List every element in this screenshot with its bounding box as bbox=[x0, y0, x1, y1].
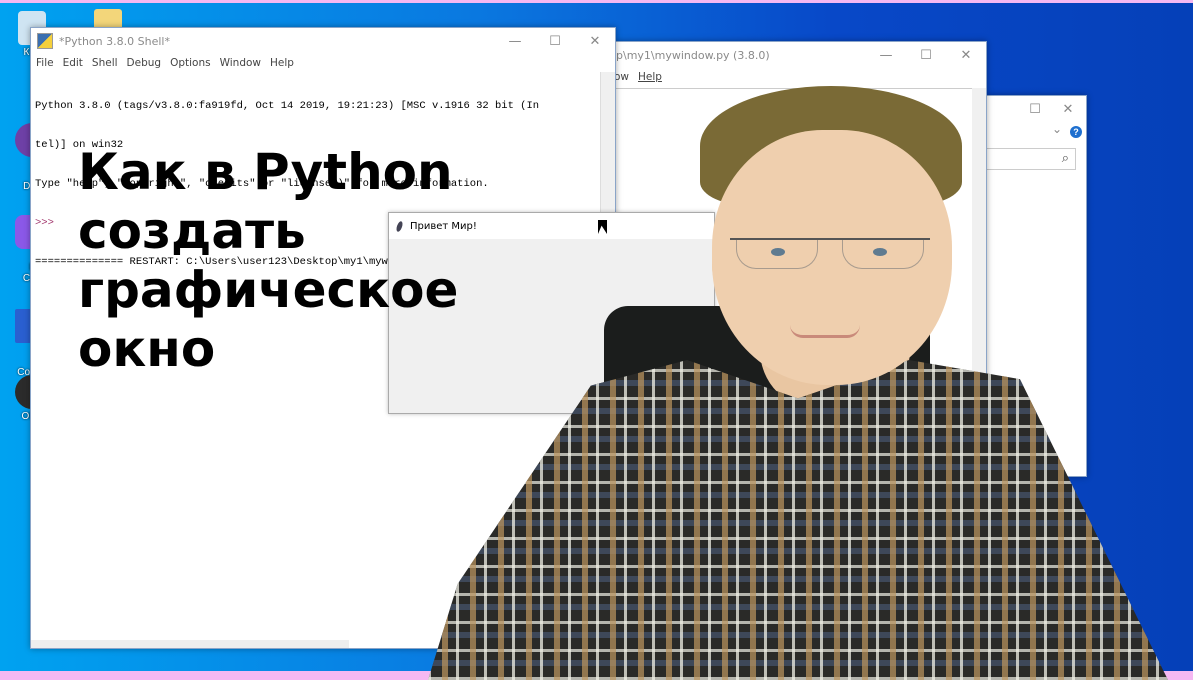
menu-help[interactable]: Help bbox=[270, 57, 294, 69]
shell-menubar: File Edit Shell Debug Options Window Hel… bbox=[31, 54, 615, 72]
glasses-lens bbox=[736, 240, 818, 269]
close-button[interactable]: ✕ bbox=[575, 34, 615, 49]
shell-titlebar[interactable]: *Python 3.8.0 Shell* — ☐ ✕ bbox=[31, 28, 615, 54]
mouse-cursor-icon bbox=[598, 220, 607, 234]
menu-edit[interactable]: Edit bbox=[63, 57, 83, 69]
video-headline: Как в Python создать графическое окно bbox=[78, 143, 458, 379]
headline-line: Как в Python bbox=[78, 143, 453, 201]
minimize-button[interactable]: — bbox=[495, 34, 535, 49]
minimize-button[interactable]: — bbox=[866, 48, 906, 63]
close-button[interactable]: ✕ bbox=[946, 48, 986, 63]
editor-title: p\my1\mywindow.py (3.8.0) bbox=[616, 48, 770, 62]
menu-window[interactable]: ow bbox=[614, 71, 629, 83]
shell-line: Python 3.8.0 (tags/v3.8.0:fa919fd, Oct 1… bbox=[35, 100, 540, 112]
explorer-titlebar[interactable]: ☐ ✕ bbox=[986, 96, 1086, 122]
ribbon-expand-chevron-icon[interactable]: ⌄ bbox=[1052, 122, 1062, 136]
maximize-button[interactable]: ☐ bbox=[1020, 102, 1050, 117]
shell-title: *Python 3.8.0 Shell* bbox=[59, 34, 170, 48]
glasses bbox=[730, 238, 930, 269]
menu-shell[interactable]: Shell bbox=[92, 57, 118, 69]
help-icon[interactable]: ? bbox=[1070, 126, 1082, 138]
close-button[interactable]: ✕ bbox=[1050, 102, 1086, 117]
menu-options[interactable]: Options bbox=[170, 57, 211, 69]
shell-statusbar bbox=[31, 640, 349, 648]
menu-help[interactable]: Help bbox=[638, 71, 662, 83]
editor-titlebar[interactable]: p\my1\mywindow.py (3.8.0) — ☐ ✕ bbox=[614, 42, 986, 68]
glasses-lens bbox=[842, 240, 924, 269]
editor-menubar: ow Help bbox=[614, 68, 986, 86]
menu-window[interactable]: Window bbox=[220, 57, 261, 69]
maximize-button[interactable]: ☐ bbox=[906, 48, 946, 63]
menu-file[interactable]: File bbox=[36, 57, 54, 69]
menu-debug[interactable]: Debug bbox=[127, 57, 162, 69]
eye bbox=[771, 248, 785, 256]
headline-line: графическое bbox=[78, 261, 459, 319]
eye bbox=[873, 248, 887, 256]
search-input[interactable]: ⌕ bbox=[986, 148, 1076, 170]
headline-line: окно bbox=[78, 320, 216, 378]
search-icon: ⌕ bbox=[1061, 150, 1069, 165]
python-idle-icon bbox=[37, 33, 53, 49]
presenter-mouth bbox=[790, 325, 860, 338]
maximize-button[interactable]: ☐ bbox=[535, 34, 575, 49]
headline-line: создать bbox=[78, 202, 306, 260]
